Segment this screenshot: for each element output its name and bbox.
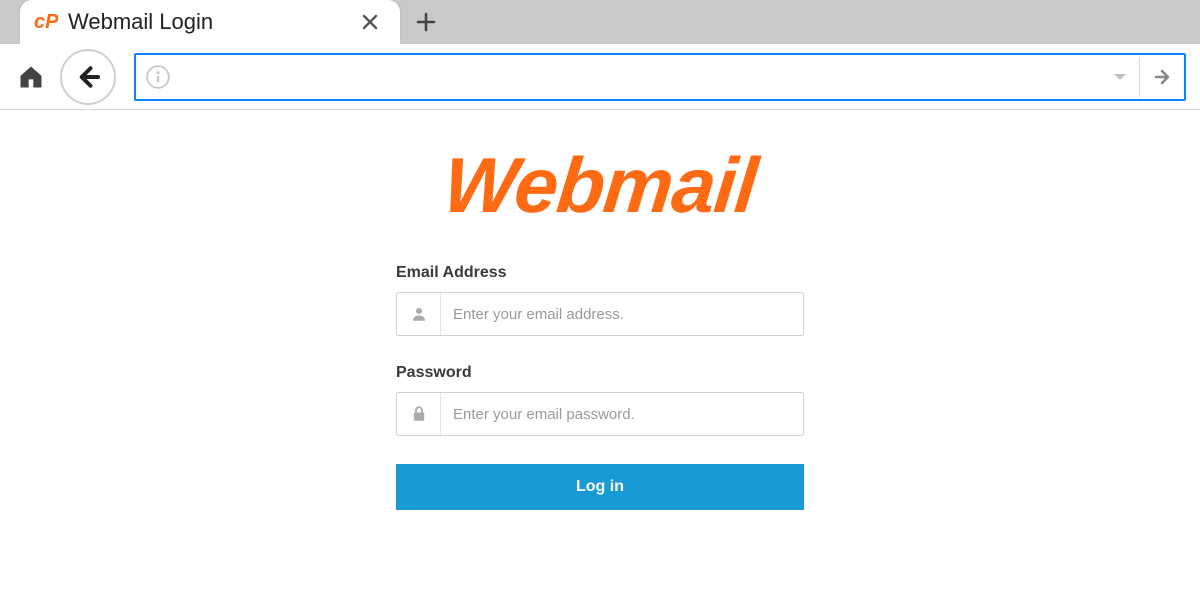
password-input-group — [396, 392, 804, 436]
site-info-button[interactable] — [136, 55, 180, 99]
user-icon — [397, 293, 441, 335]
login-button[interactable]: Log in — [396, 464, 804, 510]
email-label: Email Address — [396, 264, 804, 282]
tab-title: Webmail Login — [68, 9, 356, 35]
url-bar[interactable] — [134, 53, 1186, 101]
login-form: Email Address Password Log in — [396, 264, 804, 510]
arrow-right-icon — [1150, 65, 1174, 89]
back-button[interactable] — [60, 49, 116, 105]
go-button[interactable] — [1140, 57, 1184, 97]
url-dropdown-button[interactable] — [1100, 57, 1140, 97]
url-input[interactable] — [180, 66, 1100, 87]
page-content: Webmail Email Address Password Log in — [0, 110, 1200, 510]
cpanel-favicon-icon: cP — [34, 10, 58, 34]
arrow-left-icon — [73, 62, 103, 92]
svg-text:cP: cP — [34, 11, 58, 33]
home-icon — [17, 63, 45, 91]
email-input-group — [396, 292, 804, 336]
nav-bar — [0, 44, 1200, 110]
webmail-logo: Webmail — [440, 146, 761, 224]
home-button[interactable] — [14, 60, 48, 94]
new-tab-button[interactable] — [408, 4, 444, 40]
browser-tab[interactable]: cP Webmail Login — [20, 0, 400, 44]
close-icon — [360, 12, 380, 32]
password-label: Password — [396, 364, 804, 382]
chevron-down-icon — [1112, 69, 1128, 85]
plus-icon — [415, 11, 437, 33]
tab-bar: cP Webmail Login — [0, 0, 1200, 44]
email-input[interactable] — [441, 293, 803, 335]
password-input[interactable] — [441, 393, 803, 435]
lock-icon — [397, 393, 441, 435]
info-icon — [145, 64, 171, 90]
close-tab-button[interactable] — [356, 8, 384, 36]
